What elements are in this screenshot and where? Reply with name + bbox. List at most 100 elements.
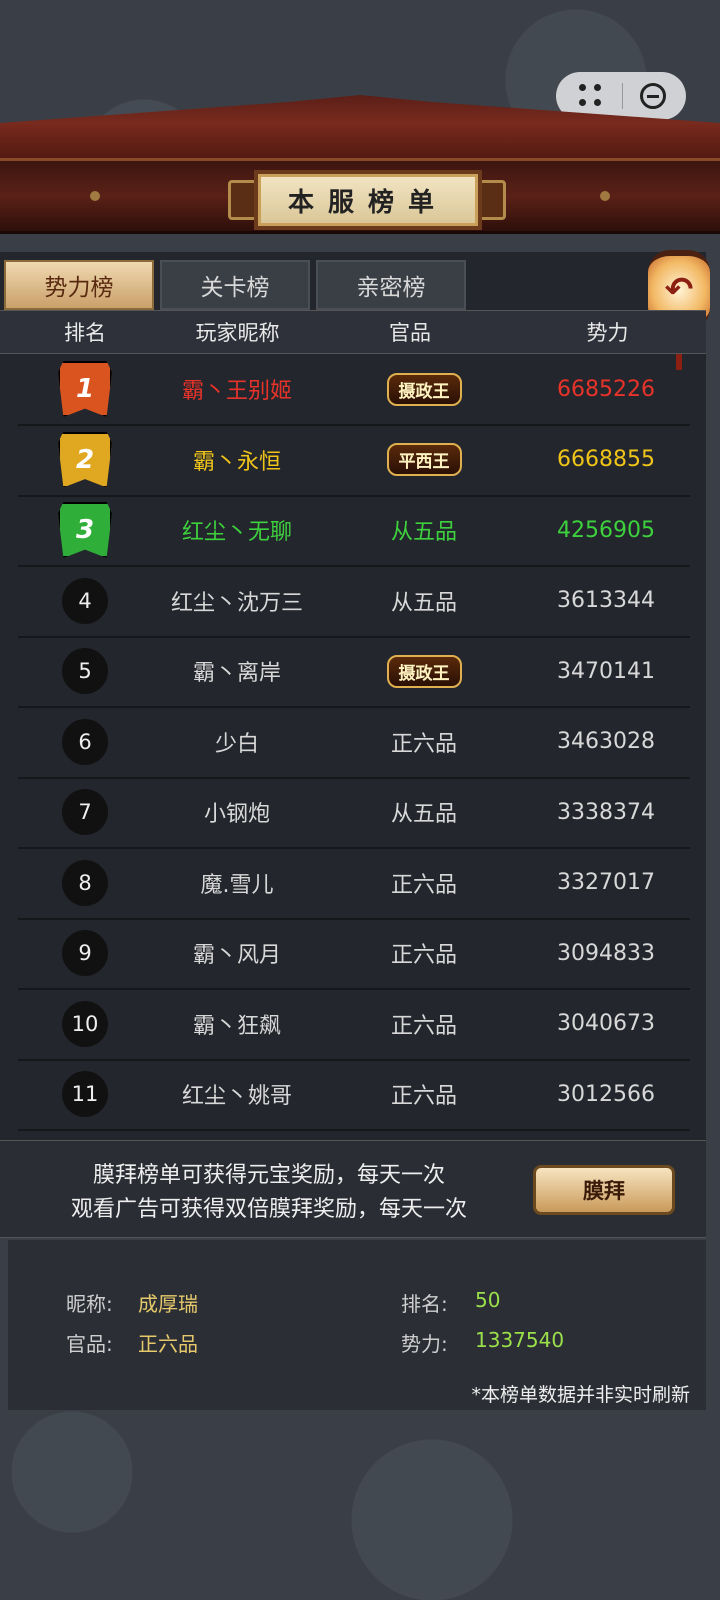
table-row[interactable]: 11 红尘丶姚哥 正六品 3012566 [18,1059,690,1131]
player-name: 小钢炮 [203,802,270,827]
tab-bar: 势力榜 关卡榜 亲密榜 [4,260,466,310]
table-row[interactable]: 10 霸丶狂飙 正六品 3040673 [18,989,690,1061]
my-rank-label: 排名: [401,1292,448,1316]
rank-cell: 4 [18,577,152,624]
worship-button[interactable]: 膜拜 [533,1165,675,1215]
my-title: 正六品 [138,1332,198,1356]
rank-cell: 11 [18,1071,152,1117]
power-value: 4256905 [557,517,655,543]
table-row[interactable]: 8 魔.雪儿 正六品 3327017 [18,848,690,920]
rank-cell: 5 [18,648,152,694]
official-rank: 从五品 [390,590,457,616]
player-name: 霸丶狂飙 [192,1013,281,1039]
power-value: 3463028 [557,729,655,754]
rank-cell: 6 [18,718,152,765]
title-badge: 摄政王 [386,372,462,406]
tab-power[interactable]: 势力榜 [4,260,154,310]
player-name: 霸丶离岸 [192,661,281,686]
rank-medal-icon: 2 [58,431,112,488]
rank-cell: 7 [18,789,152,835]
rank-medal-icon: 1 [58,361,112,417]
player-name: 霸丶王别姬 [181,379,292,404]
power-value: 3327017 [557,870,655,895]
official-rank: 从五品 [390,520,457,545]
official-rank-cell: 从五品 [322,796,526,828]
rank-number: 5 [62,648,108,694]
rank-number: 9 [62,930,108,976]
rank-number: 7 [62,789,108,835]
table-row[interactable]: 3 红尘丶无聊 从五品 4256905 [18,495,690,567]
official-rank-cell: 平西王 [322,443,526,476]
official-rank-cell: 正六品 [322,1008,526,1040]
rank-cell: 1 [18,361,152,417]
rank-number: 10 [62,1000,108,1047]
power-value: 3040673 [557,1011,655,1036]
player-name: 魔.雪儿 [200,872,274,898]
table-row[interactable]: 1 霸丶王别姬 摄政王 6685226 [18,354,690,426]
header-name: 玩家昵称 [195,321,280,345]
official-rank: 从五品 [390,802,457,827]
power-value: 3338374 [557,799,655,825]
official-rank-cell: 从五品 [322,514,526,546]
close-minimize-icon[interactable] [639,83,666,109]
player-name: 少白 [214,731,259,757]
power-value: 3470141 [557,658,655,684]
power-value: 3094833 [557,940,655,966]
table-header: 排名 玩家昵称 官品 势力 [0,310,706,354]
power-value: 3012566 [557,1081,655,1107]
tab-stages[interactable]: 关卡榜 [160,260,310,310]
official-rank-cell: 从五品 [322,585,526,617]
player-name: 红尘丶无聊 [181,520,292,545]
my-power: 1337540 [475,1328,565,1352]
rank-number: 4 [62,577,108,624]
more-icon[interactable] [577,82,605,110]
my-nickname-label: 昵称: [66,1292,113,1316]
rank-number: 6 [62,718,108,765]
table-row[interactable]: 4 红尘丶沈万三 从五品 3613344 [18,566,690,638]
official-rank: 正六品 [390,731,457,757]
rank-number: 11 [62,1071,108,1117]
power-value: 6685226 [557,376,655,402]
title-badge: 平西王 [386,443,462,476]
official-rank: 正六品 [390,943,457,968]
official-rank-cell: 摄政王 [322,654,526,688]
rank-cell: 8 [18,859,152,906]
tab-intimacy[interactable]: 亲密榜 [316,260,466,310]
my-rank: 50 [475,1288,501,1312]
refresh-note: *本榜单数据并非实时刷新 [471,1384,690,1406]
rank-number: 8 [62,859,108,906]
table-row[interactable]: 7 小钢炮 从五品 3338374 [18,777,690,849]
table-row[interactable]: 2 霸丶永恒 平西王 6668855 [18,425,690,497]
official-rank-cell: 摄政王 [322,372,526,406]
official-rank: 正六品 [390,1084,457,1109]
player-name: 霸丶永恒 [192,449,281,475]
player-name: 霸丶风月 [192,943,281,968]
header-title: 官品 [389,321,431,345]
my-title-label: 官品: [66,1332,113,1356]
capsule-divider [621,83,623,109]
official-rank: 正六品 [390,1013,457,1039]
my-nickname: 成厚瑞 [138,1292,198,1316]
player-name: 红尘丶沈万三 [170,590,303,616]
header-rank: 排名 [64,321,106,345]
official-rank-cell: 正六品 [322,1078,526,1110]
my-rank-panel: 昵称: 成厚瑞 排名: 50 官品: 正六品 势力: 1337540 *本榜单数… [8,1240,706,1410]
table-row[interactable]: 6 少白 正六品 3463028 [18,707,690,779]
rank-cell: 10 [18,1000,152,1047]
table-row[interactable]: 5 霸丶离岸 摄政王 3470141 [18,636,690,708]
worship-info-line1: 膜拜榜单可获得元宝奖励，每天一次 [92,1163,445,1188]
official-rank: 正六品 [390,872,457,898]
official-rank-cell: 正六品 [322,937,526,969]
worship-bar: 膜拜榜单可获得元宝奖励，每天一次 观看广告可获得双倍膜拜奖励，每天一次 膜拜 [0,1140,706,1238]
table-row[interactable]: 9 霸丶风月 正六品 3094833 [18,918,690,990]
worship-info-line2: 观看广告可获得双倍膜拜奖励，每天一次 [70,1197,467,1222]
player-name: 红尘丶姚哥 [181,1084,292,1109]
back-arrow-icon: ↶ [664,270,694,310]
power-value: 6668855 [557,447,655,472]
official-rank-cell: 正六品 [322,726,526,758]
official-rank-cell: 正六品 [322,867,526,899]
header-power: 势力 [586,321,629,345]
my-power-label: 势力: [401,1332,448,1356]
rank-cell: 3 [18,502,152,558]
board-title: 本服榜单 [254,170,482,230]
